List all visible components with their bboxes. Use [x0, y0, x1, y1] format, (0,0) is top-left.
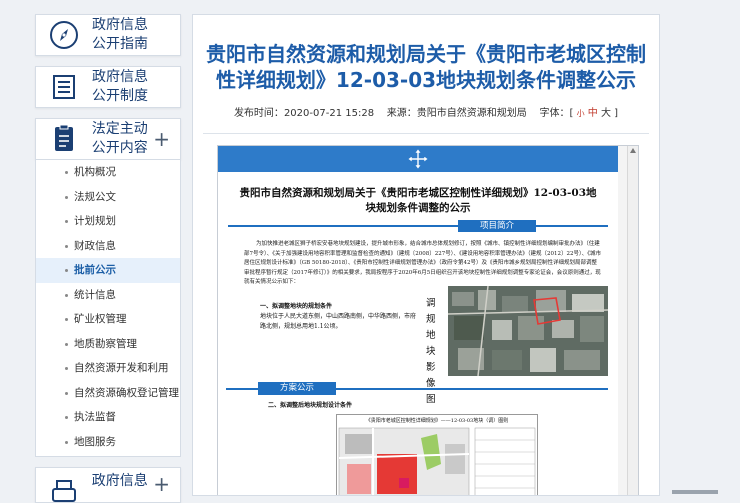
sidebar-item-plans[interactable]: 计划规划: [36, 209, 180, 234]
document-scrollbar[interactable]: [627, 146, 638, 495]
document-page: 贵阳市自然资源和规划局关于《贵阳市老城区控制性详细规划》12-03-03地块规划…: [218, 146, 618, 495]
document-title: 贵阳市自然资源和规划局关于《贵阳市老城区控制性详细规划》12-03-03地块规划…: [239, 187, 597, 214]
sidebar-item-enforcement[interactable]: 执法监督: [36, 405, 180, 430]
font-size-end: ]: [614, 108, 619, 119]
page-title: 贵阳市自然资源和规划局关于《贵阳市老城区控制性详细规划》12-03-03地块规划…: [206, 42, 646, 92]
sidebar-item-resource-use[interactable]: 自然资源开发和利用: [36, 356, 180, 381]
item1-heading: 一、拟调整地块的规划条件: [260, 303, 333, 310]
sidebar-item-statistics[interactable]: 统计信息: [36, 283, 180, 308]
document-item1: 一、拟调整地块的规划条件 地块位于人民大道东侧，中山西路南侧，中华路西侧，市府路…: [260, 302, 420, 332]
document-viewer[interactable]: 贵阳市自然资源和规划局关于《贵阳市老城区控制性详细规划》12-03-03地块规划…: [217, 145, 639, 495]
font-size-label: 字体：[: [539, 108, 574, 119]
compass-icon: [44, 15, 84, 55]
sidebar-card-content[interactable]: 法定主动公开内容 +: [35, 118, 181, 160]
sidebar-item-institution[interactable]: 机构概况: [36, 160, 180, 185]
plan-map-figure: 《贵阳市老城区控制性详细规划》——12-03-03地块（调）图则: [336, 414, 538, 495]
sidebar-item-map-service[interactable]: 地图服务: [36, 430, 180, 455]
document-header-bar: [218, 146, 618, 172]
sidebar-card-label: 法定主动公开内容: [91, 121, 148, 156]
sidebar-item-geological-survey[interactable]: 地质勘察管理: [36, 332, 180, 357]
expand-icon[interactable]: +: [153, 127, 170, 151]
section-band-intro: 项目简介: [218, 220, 618, 232]
publish-label: 发布时间：: [233, 108, 284, 119]
source-value: 贵阳市自然资源和规划局: [416, 108, 527, 119]
font-size-small-button[interactable]: 小: [577, 109, 585, 118]
sidebar-card-label: 政府信息公开制度: [92, 69, 148, 104]
section-intro-tag: 项目简介: [458, 220, 537, 232]
scroll-up-icon[interactable]: [630, 148, 636, 153]
sidebar-item-pre-approval[interactable]: 批前公示: [36, 258, 180, 283]
publish-time: 2020-07-21 15:28: [283, 108, 375, 119]
font-size-medium-button[interactable]: 中: [588, 108, 598, 119]
map-caption: 《贵阳市老城区控制性详细规划》——12-03-03地块（调）图则: [365, 418, 509, 424]
move-icon[interactable]: [407, 148, 429, 170]
sidebar: 政府信息公开指南 政府信息公开制度 法定主动公开内容 + 机构概况 法规公文 计…: [35, 14, 181, 503]
expand-icon[interactable]: +: [153, 472, 170, 496]
sidebar-item-registration[interactable]: 自然资源确权登记管理: [36, 381, 180, 406]
divider: [203, 133, 649, 134]
sidebar-card-guide[interactable]: 政府信息公开指南: [35, 14, 181, 56]
document-intro-text: 为加快推进老城区狮子桥宏安巷地块规划建设，提升城市形象，结合城市总体规划修订，按…: [244, 241, 601, 286]
sidebar-card-info[interactable]: 政府信息 +: [35, 467, 181, 503]
list-icon: [44, 67, 84, 107]
corner-thumbnail: [672, 490, 718, 494]
sidebar-item-regulations[interactable]: 法规公文: [36, 185, 180, 210]
sidebar-item-mining-rights[interactable]: 矿业权管理: [36, 307, 180, 332]
article-meta: 发布时间：2020-07-21 15:28 来源：贵阳市自然资源和规划局 字体：…: [193, 104, 659, 119]
article-panel: 贵阳市自然资源和规划局关于《贵阳市老城区控制性详细规划》12-03-03地块规划…: [192, 14, 660, 496]
item1-text: 地块位于人民大道东侧，中山西路南侧，中华路西侧，市府路北侧，规划总用地1.1公顷…: [260, 313, 417, 330]
sidebar-submenu: 机构概况 法规公文 计划规划 财政信息 批前公示 统计信息 矿业权管理 地质勘察…: [35, 160, 181, 457]
sidebar-card-label: 政府信息: [91, 473, 148, 489]
sidebar-item-finance[interactable]: 财政信息: [36, 234, 180, 259]
item2-heading: 二、拟调整后地块规划设计条件: [268, 402, 353, 409]
sidebar-card-label: 政府信息公开指南: [92, 17, 148, 52]
aerial-image: [448, 286, 608, 376]
sidebar-card-system[interactable]: 政府信息公开制度: [35, 66, 181, 108]
font-size-large-button[interactable]: 大: [601, 108, 611, 119]
source-label: 来源：: [386, 108, 417, 119]
section-plan-tag: 方案公示: [258, 382, 337, 395]
section-band-plan: 方案公示: [218, 382, 618, 396]
printer-icon: [44, 472, 84, 502]
document-icon: [44, 119, 84, 159]
